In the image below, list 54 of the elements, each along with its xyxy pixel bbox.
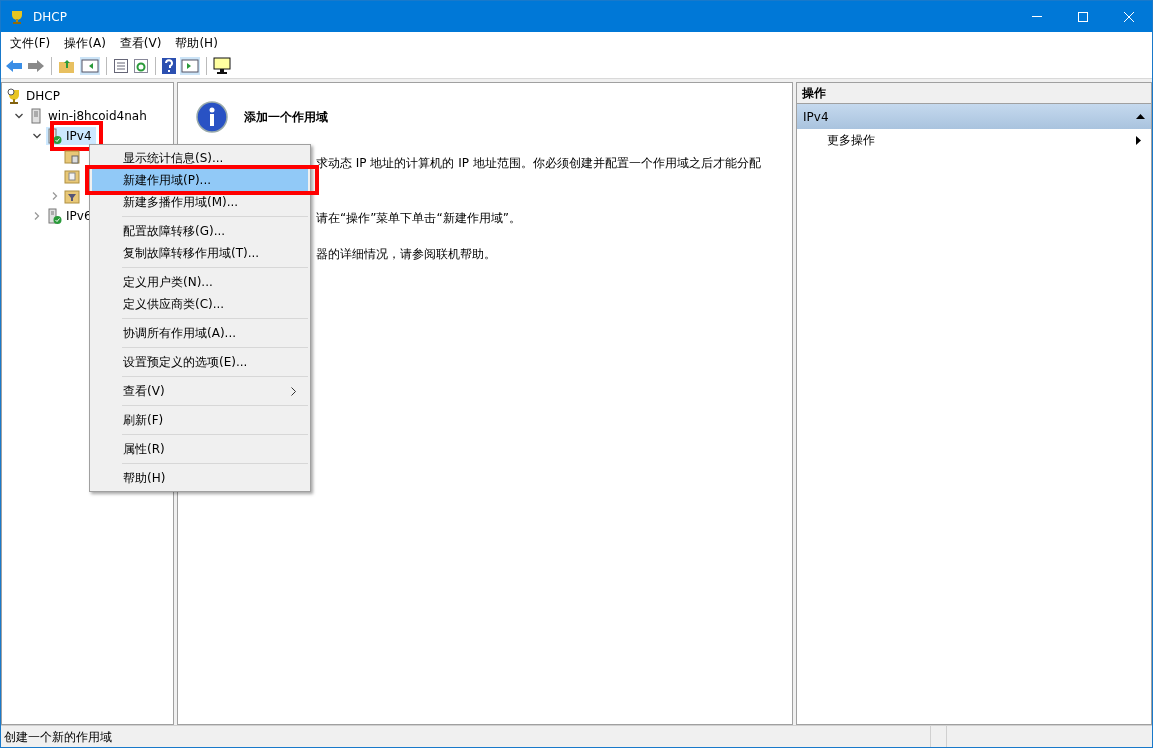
help-icon[interactable] [162,58,176,74]
content-heading: 添加一个作用域 [244,109,328,126]
refresh-icon[interactable] [133,58,149,74]
pane-toggle-icon[interactable] [80,57,100,75]
context-menu-item[interactable]: 属性(R) [92,438,308,460]
context-menu-item[interactable]: 显示统计信息(S)... [92,147,308,169]
trophy-icon [9,8,25,25]
status-text: 创建一个新的作用域 [1,726,931,747]
folder-up-icon[interactable] [58,58,76,74]
properties-icon[interactable] [113,58,129,74]
forward-arrow-icon[interactable] [27,59,45,73]
window-title: DHCP [33,8,67,26]
server-icon [28,108,44,124]
description-text: 请在“操作”菜单下单击“新建作用域”。 [316,210,522,227]
menu-bar-item[interactable]: 帮助(H) [168,32,225,54]
context-menu-item[interactable]: 查看(V) [92,380,308,402]
actions-header: 操作 [797,83,1151,104]
info-icon [196,101,228,133]
context-menu-item[interactable]: 协调所有作用域(A)... [92,322,308,344]
action-item[interactable]: 更多操作 [797,129,1151,151]
context-menu-item[interactable]: 设置预定义的选项(E)... [92,351,308,373]
trophy-icon [6,88,22,104]
server-check-icon [46,128,62,144]
expand-chevron-icon[interactable] [51,192,59,200]
pane-toggle-icon[interactable] [180,57,200,75]
collapse-chevron-icon[interactable] [15,112,23,120]
context-menu-item[interactable]: 定义用户类(N)... [92,271,308,293]
server-check-icon [46,208,62,224]
context-menu-item[interactable]: 复制故障转移作用域(T)... [92,242,308,264]
context-menu-item[interactable]: 刷新(F) [92,409,308,431]
tree-item[interactable]: win-j8hcoid4nah [28,107,151,125]
context-menu-item[interactable]: 新建多播作用域(M)... [92,191,308,213]
menu-bar-item[interactable]: 操作(A) [57,32,113,54]
context-menu-item[interactable]: 配置故障转移(G)... [92,220,308,242]
folder-icon [64,148,80,164]
actions-section-header[interactable]: IPv4 [797,104,1151,129]
minimize-icon [1032,16,1042,17]
tree-item[interactable]: DHCP [6,87,64,105]
maximize-icon [1078,11,1088,22]
folder-filter-icon [64,188,80,204]
menu-bar-item[interactable]: 文件(F) [3,32,58,54]
description-text: 器的详细情况，请参阅联机帮助。 [316,246,497,263]
context-menu-item[interactable]: 新建作用域(P)... [92,169,308,191]
collapse-chevron-icon[interactable] [33,132,41,140]
section-title: IPv4 [803,108,829,126]
expand-chevron-icon[interactable] [33,212,41,220]
folder-icon [64,168,80,184]
monitor-icon[interactable] [213,57,231,75]
context-menu-item[interactable]: 定义供应商类(C)... [92,293,308,315]
tree-item[interactable]: IPv4 [46,127,96,145]
back-arrow-icon[interactable] [5,59,23,73]
close-icon [1124,11,1134,22]
menu-bar-item[interactable]: 查看(V) [112,32,169,54]
context-menu-item[interactable]: 帮助(H) [92,467,308,489]
